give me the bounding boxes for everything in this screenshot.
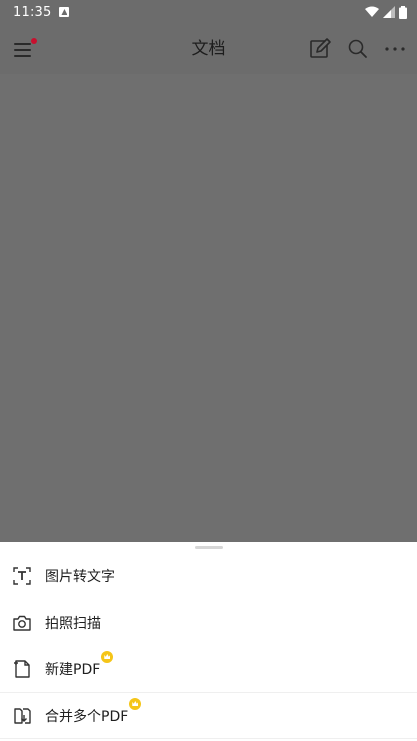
bottom-sheet: 图片转文字 拍照扫描 新建PDF 合并多个PDF xyxy=(0,542,417,741)
merge-pdf-icon xyxy=(14,708,31,724)
battery-icon xyxy=(399,5,407,19)
app-notification-icon xyxy=(59,7,70,17)
sheet-item-label-text: 新建PDF xyxy=(45,662,101,678)
sheet-item-label: 拍照扫描 xyxy=(45,616,101,632)
menu-icon xyxy=(14,43,31,45)
menu-icon-line xyxy=(14,49,31,51)
status-indicators xyxy=(365,5,407,19)
sheet-drag-handle[interactable] xyxy=(195,546,223,549)
new-file-icon xyxy=(14,660,30,678)
vip-crown-icon xyxy=(101,651,114,663)
app-bar: 文档 xyxy=(0,24,417,74)
edit-icon[interactable] xyxy=(308,37,332,61)
divider xyxy=(0,738,417,739)
sheet-item-label-text: 合并多个PDF xyxy=(45,709,129,725)
sheet-item-label: 合并多个PDF xyxy=(45,698,142,726)
vip-crown-icon xyxy=(129,698,142,710)
signal-icon xyxy=(383,6,395,18)
sheet-item-photo-scan[interactable]: 拍照扫描 xyxy=(0,600,417,646)
text-scan-icon xyxy=(13,567,31,585)
menu-button[interactable] xyxy=(12,38,37,60)
sheet-item-label: 新建PDF xyxy=(45,651,114,679)
sheet-item-label: 图片转文字 xyxy=(45,569,115,585)
sheet-item-merge-pdf[interactable]: 合并多个PDF xyxy=(0,693,417,739)
search-icon[interactable] xyxy=(346,37,370,61)
status-bar: 11:35 xyxy=(0,0,417,24)
menu-icon-line xyxy=(14,55,31,57)
document-list-overlay[interactable] xyxy=(0,74,417,542)
sheet-item-new-pdf[interactable]: 新建PDF xyxy=(0,646,417,692)
notification-dot xyxy=(31,38,37,44)
camera-icon xyxy=(13,615,31,631)
more-icon[interactable] xyxy=(383,37,407,61)
sheet-item-image-to-text[interactable]: 图片转文字 xyxy=(0,553,417,599)
wifi-icon xyxy=(365,6,379,17)
status-time: 11:35 xyxy=(13,4,52,20)
